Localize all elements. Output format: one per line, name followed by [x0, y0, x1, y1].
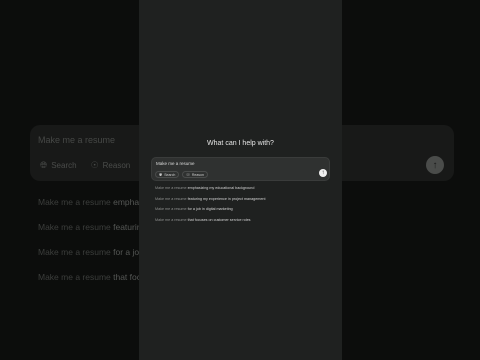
suggestion-item[interactable]: Make me a resume for a job in digital ma…	[155, 207, 265, 218]
lightbulb-icon: ☉	[186, 172, 190, 177]
search-label: Search	[164, 172, 176, 177]
search-button[interactable]: 🌐︎ Search	[155, 171, 180, 178]
page-title: What can I help with?	[207, 140, 274, 147]
arrow-up-icon: ↑	[321, 170, 325, 176]
globe-icon: 🌐︎	[159, 172, 163, 177]
lightbulb-icon: ☉	[90, 160, 99, 170]
suggestion-list: Make me a resume emphasizing my educatio…	[155, 186, 265, 228]
globe-icon: 🌐︎	[40, 160, 48, 170]
background-suggestion-item: Make me a resume featuring	[38, 222, 147, 232]
suggestion-item[interactable]: Make me a resume emphasizing my educatio…	[155, 186, 265, 197]
background-send-button: ↑	[426, 156, 444, 174]
background-option-row: 🌐︎ Search ☉ Reason	[40, 160, 130, 171]
background-suggestion-item: Make me a resume for a job	[38, 247, 144, 257]
background-reason-option: ☉ Reason	[91, 160, 131, 171]
background-suggestion-item: Make me a resume that focu	[38, 272, 146, 282]
background-reason-label: Reason	[102, 161, 131, 170]
reason-button[interactable]: ☉ Reason	[182, 171, 208, 178]
prompt-input-card[interactable]: Make me a resume 🌐︎ Search ☉ Reason ↑	[151, 157, 330, 181]
arrow-up-icon: ↑	[432, 159, 438, 171]
chat-panel: What can I help with? Make me a resume 🌐…	[139, 0, 342, 360]
background-search-option: 🌐︎ Search	[40, 160, 77, 171]
suggestion-item[interactable]: Make me a resume that focuses on custome…	[155, 218, 265, 229]
background-search-label: Search	[51, 161, 77, 170]
suggestion-item[interactable]: Make me a resume featuring my experience…	[155, 197, 265, 208]
send-button[interactable]: ↑	[319, 169, 327, 177]
reason-label: Reason	[191, 172, 204, 177]
background-suggestion-list: Make me a resume emphasi Make me a resum…	[38, 196, 146, 296]
background-suggestion-item: Make me a resume emphasi	[38, 197, 146, 207]
option-row: 🌐︎ Search ☉ Reason	[155, 171, 208, 178]
background-prompt-text: Make me a resume	[38, 135, 116, 145]
prompt-input[interactable]: Make me a resume	[156, 161, 195, 166]
